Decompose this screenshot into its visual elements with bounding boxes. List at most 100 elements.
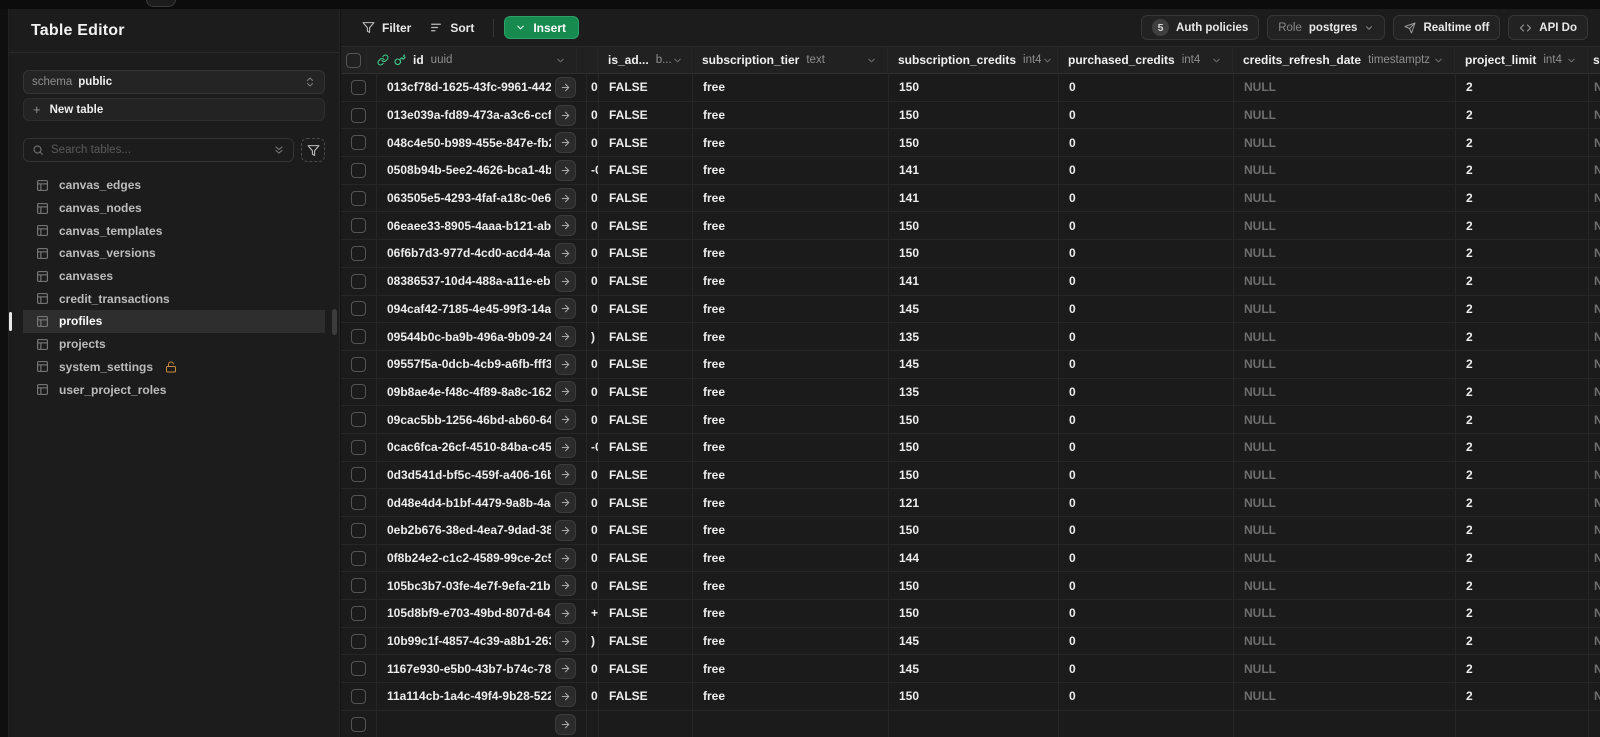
expand-row-button[interactable] [555,630,576,652]
chevron-down-icon[interactable] [672,55,683,66]
subscription-tier-cell-value: free [703,467,726,482]
sidebar-item-user_project_roles[interactable]: user_project_roles [23,378,325,401]
column-header-subscription_credits[interactable]: subscription_credits int4 [888,47,1058,73]
row-checkbox[interactable] [351,578,366,594]
column-header-purchased_credits[interactable]: purchased_credits int4 [1058,47,1233,73]
expand-row-button[interactable] [555,685,576,707]
expand-row-button[interactable] [555,658,576,680]
column-header-project_limit[interactable]: project_limit int4 [1455,47,1588,73]
expand-row-button[interactable] [555,409,576,431]
sort-button[interactable]: Sort [420,15,483,41]
sidebar-item-canvas_edges[interactable]: canvas_edges [23,174,325,197]
row-checkbox[interactable] [351,107,366,123]
column-header-clipped[interactable] [577,47,598,73]
expand-row-button[interactable] [555,713,576,735]
column-header-is_ad...[interactable]: is_ad... b... [598,47,692,73]
row-checkbox[interactable] [351,384,366,400]
sidebar-item-profiles[interactable]: profiles [9,310,325,333]
expand-row-button[interactable] [555,464,576,486]
expand-row-button[interactable] [555,326,576,348]
purchased-credits-cell: 0 [1059,129,1234,157]
expand-row-button[interactable] [555,270,576,292]
row-checkbox[interactable] [351,190,366,206]
column-header-credits_refresh_date[interactable]: credits_refresh_date timestamptz [1233,47,1455,73]
sidebar-item-system_settings[interactable]: system_settings [23,356,325,379]
chevron-down-icon[interactable] [1211,55,1222,66]
chevron-down-icon[interactable] [1433,55,1444,66]
row-checkbox[interactable] [351,218,366,234]
filter-button[interactable]: Filter [353,15,420,41]
row-checkbox[interactable] [351,245,366,261]
sidebar-scrollbar-thumb[interactable] [332,309,337,335]
auth-policies-button[interactable]: 5 Auth policies [1141,15,1260,40]
column-header-subscription_tier[interactable]: subscription_tier text [692,47,888,73]
sidebar-item-canvas_templates[interactable]: canvas_templates [23,219,325,242]
chevron-down-icon[interactable] [1042,55,1053,66]
expand-row-button[interactable] [555,436,576,458]
row-checkbox[interactable] [351,301,366,317]
realtime-toggle-button[interactable]: Realtime off [1393,15,1501,40]
insert-button[interactable]: Insert [504,16,580,39]
row-checkbox[interactable] [351,716,366,732]
select-all-checkbox[interactable] [346,52,361,68]
search-tables-input[interactable] [51,144,266,156]
row-checkbox[interactable] [351,329,366,345]
expand-row-button[interactable] [555,215,576,237]
expand-row-button[interactable] [555,76,576,98]
row-checkbox[interactable] [351,439,366,455]
sidebar-item-canvas_nodes[interactable]: canvas_nodes [23,197,325,220]
id-value: 0cac6fca-26cf-4510-84ba-c4580... [387,440,551,455]
clipped-right-cell-value: NULL [1594,606,1600,621]
expand-row-button[interactable] [555,242,576,264]
expand-row-button[interactable] [555,298,576,320]
sidebar-item-canvases[interactable]: canvases [23,265,325,288]
expand-row-button[interactable] [555,602,576,624]
table-list-filter-button[interactable] [301,138,325,162]
row-checkbox[interactable] [351,79,366,95]
expand-row-button[interactable] [555,104,576,126]
row-checkbox[interactable] [351,688,366,704]
subscription-tier-cell: free [693,655,889,683]
id-cell: 105d8bf9-e703-49bd-807d-645e... [377,600,587,627]
purchased-credits-cell: 0 [1059,461,1234,489]
expand-row-button[interactable] [555,519,576,541]
expand-row-button[interactable] [555,187,576,209]
expand-row-button[interactable] [555,353,576,375]
new-table-button[interactable]: + New table [23,98,325,121]
expand-row-button[interactable] [555,159,576,181]
expand-row-button[interactable] [555,492,576,514]
role-select-button[interactable]: Role postgres [1267,15,1386,40]
column-header-su[interactable]: su [1588,47,1600,73]
expand-row-button[interactable] [555,132,576,154]
row-checkbox[interactable] [351,550,366,566]
api-docs-button[interactable]: API Do [1508,15,1588,40]
row-checkbox[interactable] [351,135,366,151]
row-checkbox[interactable] [351,661,366,677]
schema-select[interactable]: schema public [23,70,325,94]
row-checkbox[interactable] [351,495,366,511]
chevron-down-icon[interactable] [555,55,566,66]
row-checkbox[interactable] [351,467,366,483]
row-checkbox[interactable] [351,605,366,621]
collapse-chevrons-icon[interactable] [273,144,285,156]
row-checkbox[interactable] [351,162,366,178]
row-checkbox[interactable] [351,522,366,538]
expand-row-button[interactable] [555,547,576,569]
project-limit-cell-value: 2 [1466,301,1473,316]
row-checkbox[interactable] [351,273,366,289]
clipped-column-cell: 0I [587,350,599,378]
sidebar-item-projects[interactable]: projects [23,333,325,356]
project-limit-cell-value: 2 [1466,523,1473,538]
sidebar-item-credit_transactions[interactable]: credit_transactions [23,287,325,310]
row-checkbox[interactable] [351,633,366,649]
clipped-right-cell-value: NULL [1594,523,1600,538]
search-tables-box[interactable] [23,138,294,162]
row-checkbox[interactable] [351,356,366,372]
column-header-id[interactable]: id uuid [367,47,577,73]
expand-row-button[interactable] [555,575,576,597]
sidebar-item-canvas_versions[interactable]: canvas_versions [23,242,325,265]
chevron-down-icon[interactable] [1566,55,1577,66]
chevron-down-icon[interactable] [866,55,877,66]
row-checkbox[interactable] [351,412,366,428]
expand-row-button[interactable] [555,381,576,403]
